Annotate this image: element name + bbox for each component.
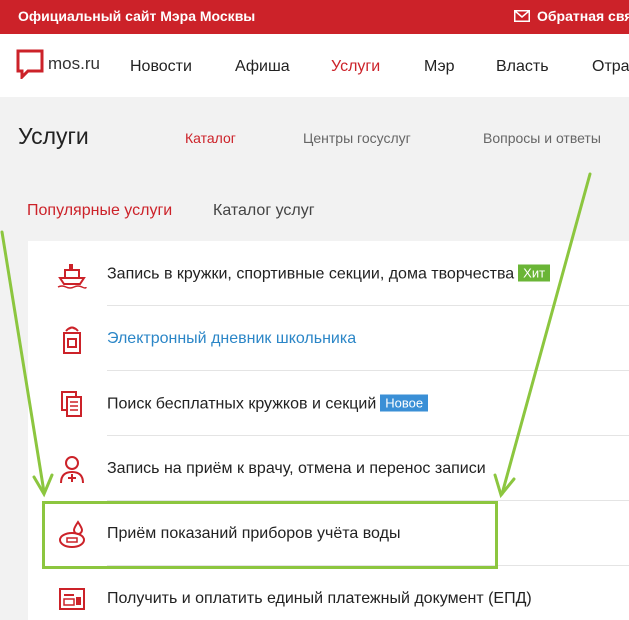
documents-icon: [61, 390, 82, 417]
mos-logo[interactable]: mos.ru: [16, 49, 100, 79]
subnav-service-centers[interactable]: Центры госуслуг: [303, 130, 411, 146]
tab-popular-services[interactable]: Популярные услуги: [27, 202, 172, 220]
nav-item-more[interactable]: Отра: [592, 58, 629, 76]
top-bar: Официальный сайт Мэра Москвы Обратная св…: [0, 0, 629, 34]
doctor-icon: [60, 455, 84, 483]
service-item-doctor-appointment[interactable]: Запись на приём к врачу, отмена и перено…: [28, 436, 629, 501]
main-nav: mos.ru Новости Афиша Услуги Мэр Власть О…: [0, 34, 629, 97]
services-list: Запись в кружки, спортивные секции, дома…: [28, 241, 629, 620]
ship-icon: [57, 263, 87, 289]
service-label: Поиск бесплатных кружков и секций Новое: [107, 394, 429, 413]
service-title: Запись в кружки, спортивные секции, дома…: [107, 265, 515, 282]
subnav-catalog[interactable]: Каталог: [185, 130, 236, 146]
nav-item-news[interactable]: Новости: [130, 58, 192, 76]
service-item-epd-payment[interactable]: Получить и оплатить единый платежный док…: [28, 566, 629, 620]
service-label: Запись в кружки, спортивные секции, дома…: [107, 264, 551, 283]
service-item-free-clubs-search[interactable]: Поиск бесплатных кружков и секций Новое: [28, 371, 629, 436]
school-diary-icon: [63, 326, 81, 354]
service-title: Запись на приём к врачу, отмена и перено…: [107, 459, 486, 477]
service-title: Получить и оплатить единый платежный док…: [107, 589, 532, 607]
tab-service-catalog[interactable]: Каталог услуг: [213, 202, 315, 220]
site-title[interactable]: Официальный сайт Мэра Москвы: [18, 8, 255, 24]
service-item-school-diary[interactable]: Электронный дневник школьника: [28, 306, 629, 371]
nav-item-government[interactable]: Власть: [496, 58, 549, 76]
nav-item-afisha[interactable]: Афиша: [235, 58, 290, 76]
service-title: Электронный дневник школьника: [107, 329, 357, 347]
subnav-faq[interactable]: Вопросы и ответы: [483, 130, 601, 146]
logo-text: mos.ru: [48, 54, 100, 73]
water-meter-icon: [59, 519, 85, 548]
feedback-label: Обратная свя: [537, 8, 629, 24]
service-title: Поиск бесплатных кружков и секций: [107, 395, 377, 412]
logo-icon: [16, 49, 44, 79]
service-title: Приём показаний приборов учёта воды: [107, 524, 401, 542]
service-item-water-meter-readings[interactable]: Приём показаний приборов учёта воды: [28, 501, 629, 566]
payment-document-icon: [59, 587, 85, 610]
feedback-link[interactable]: Обратная свя: [514, 8, 629, 24]
nav-item-services[interactable]: Услуги: [331, 58, 380, 76]
service-item-clubs-enrollment[interactable]: Запись в кружки, спортивные секции, дома…: [28, 241, 629, 306]
page-title: Услуги: [18, 123, 89, 149]
hit-badge: Хит: [518, 264, 551, 281]
new-badge: Новое: [380, 394, 429, 411]
mail-icon: [514, 10, 530, 22]
nav-item-mayor[interactable]: Мэр: [424, 58, 455, 76]
section-header: Услуги Каталог Центры госуслуг Вопросы и…: [0, 97, 629, 177]
